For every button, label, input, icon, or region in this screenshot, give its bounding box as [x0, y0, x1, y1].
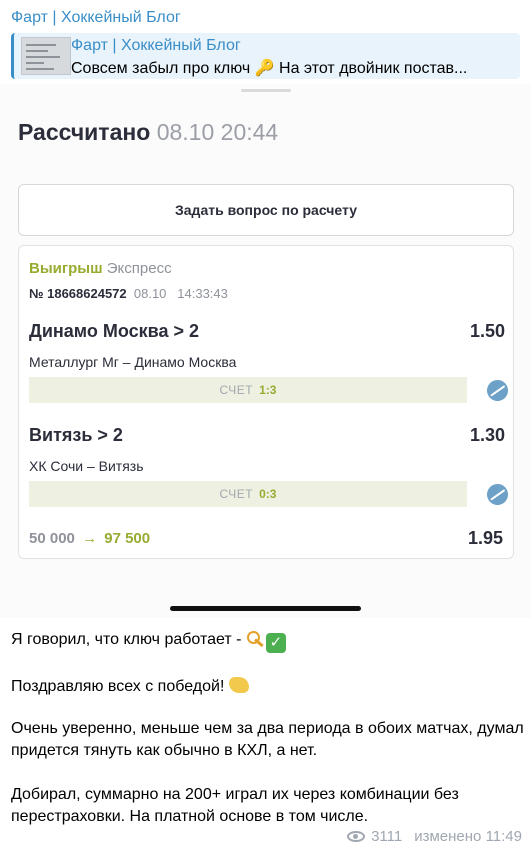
score-bar: СЧЕТ 0:3: [29, 481, 467, 507]
bet-match: Металлург Мг – Динамо Москва: [29, 354, 237, 370]
settled-datetime: 08.10 20:44: [156, 119, 279, 145]
key-emoji-icon: [246, 630, 266, 646]
bet-match: ХК Сочи – Витязь: [29, 458, 144, 474]
ticket-header: Выигрыш Экспресс: [29, 260, 172, 277]
message-paragraph-4: Добирал, суммарно на 200+ играл их через…: [11, 786, 459, 825]
eye-icon: [347, 831, 366, 842]
message-line-1: Я говорил, что ключ работает - ✓: [11, 629, 526, 653]
view-count: 3111: [371, 828, 403, 845]
settled-status: Рассчитано: [18, 119, 151, 145]
bet-selection: Витязь > 2: [29, 425, 123, 445]
settled-title: Рассчитано 08.10 20:44: [18, 119, 278, 146]
bet-selection: Динамо Москва > 2: [29, 321, 199, 341]
sheet-grabber: [241, 89, 291, 92]
message-text-2: Поздравляю всех с победой!: [11, 678, 229, 695]
reply-text: Совсем забыл про ключ 🔑 На этот двойник …: [71, 60, 468, 77]
ask-question-button[interactable]: Задать вопрос по расчету: [18, 184, 514, 236]
ticket-result: Выигрыш: [29, 260, 103, 277]
bet-odds: 1.50: [469, 321, 505, 341]
home-indicator: [170, 606, 361, 611]
reply-thumbnail: [21, 37, 71, 75]
score-value: 0:3: [259, 487, 277, 501]
message-paragraph-3: Очень уверенно, меньше чем за два период…: [11, 720, 524, 759]
check-emoji-icon: ✓: [265, 633, 286, 653]
bet-ticket: Выигрыш Экспресс № 18668624572 08.10 14:…: [18, 245, 514, 559]
message-line-2: Поздравляю всех с победой!: [11, 676, 526, 698]
ticket-meta: № 18668624572 08.10 14:33:43: [29, 286, 228, 301]
ticket-time: 14:33:43: [177, 286, 228, 301]
edited-time: изменено 11:49: [414, 828, 522, 845]
arrow-right-icon: →: [82, 530, 98, 547]
ticket-type: Экспресс: [106, 260, 172, 277]
reply-preview[interactable]: Фарт | Хоккейный Блог Совсем забыл про к…: [11, 33, 520, 79]
hockey-puck-icon: [482, 375, 513, 406]
payout-line: 50 000 → 97 500: [29, 530, 150, 547]
bet-odds: 1.30: [469, 425, 505, 445]
score-label: СЧЕТ: [219, 383, 254, 397]
ticket-number: № 18668624572: [29, 286, 127, 301]
bet-item: Динамо Москва > 2 1.50 Металлург Мг – Ди…: [29, 321, 513, 415]
bet-screenshot[interactable]: Рассчитано 08.10 20:44 Задать вопрос по …: [0, 84, 531, 618]
hockey-puck-icon: [482, 479, 513, 510]
message-footer: 3111 изменено 11:49: [347, 828, 522, 845]
reply-author: Фарт | Хоккейный Блог: [71, 37, 241, 54]
score-label: СЧЕТ: [219, 487, 254, 501]
payout-amount: 97 500: [104, 530, 151, 547]
score-bar: СЧЕТ 1:3: [29, 377, 467, 403]
handshake-emoji-icon: [228, 677, 249, 693]
bet-item: Витязь > 2 1.30 ХК Сочи – Витязь СЧЕТ 0:…: [29, 425, 513, 519]
score-value: 1:3: [259, 383, 277, 397]
channel-name[interactable]: Фарт | Хоккейный Блог: [11, 9, 181, 27]
stake-amount: 50 000: [29, 530, 75, 547]
message-text-1: Я говорил, что ключ работает -: [11, 631, 246, 648]
total-odds: 1.95: [467, 528, 503, 548]
ticket-date: 08.10: [133, 286, 167, 301]
